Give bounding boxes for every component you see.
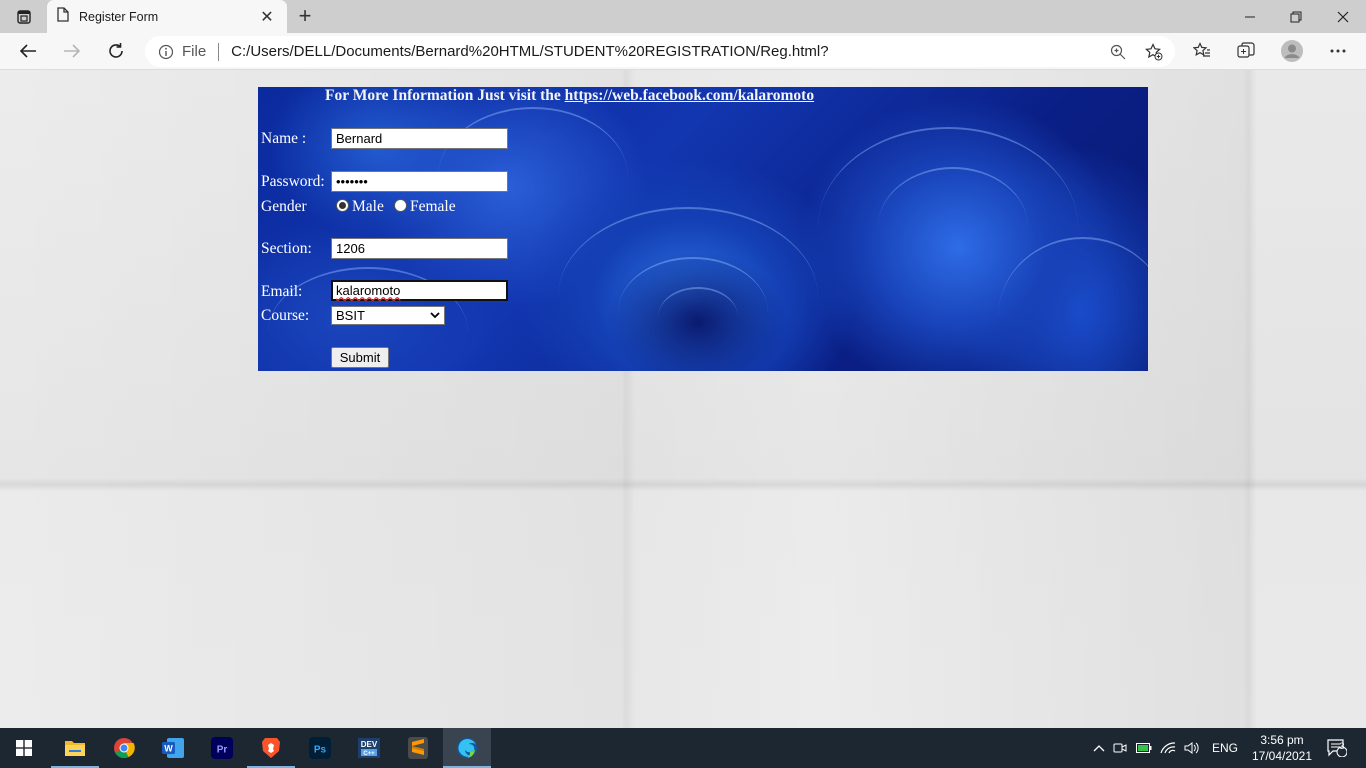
clock-time: 3:56 pm bbox=[1260, 733, 1304, 747]
section-label: Section: bbox=[261, 240, 312, 257]
forward-button[interactable] bbox=[56, 36, 88, 66]
more-menu-icon[interactable] bbox=[1326, 39, 1350, 63]
name-input[interactable]: Bernard bbox=[331, 128, 508, 149]
clock-date: 17/04/2021 bbox=[1251, 749, 1313, 763]
minimize-button[interactable] bbox=[1227, 0, 1273, 33]
close-window-button[interactable] bbox=[1320, 0, 1366, 33]
meet-now-icon[interactable] bbox=[1108, 741, 1132, 755]
volume-icon[interactable] bbox=[1180, 741, 1204, 755]
favorites-icon[interactable] bbox=[1190, 39, 1214, 63]
file-explorer-icon[interactable] bbox=[51, 728, 99, 768]
notification-center-icon[interactable]: 3 bbox=[1322, 728, 1352, 768]
info-text: For More Information Just visit the bbox=[325, 87, 565, 104]
svg-text:W: W bbox=[164, 744, 173, 754]
sublime-text-icon[interactable] bbox=[394, 728, 442, 768]
wifi-icon[interactable] bbox=[1156, 742, 1180, 754]
email-value: kalaromoto bbox=[336, 283, 401, 298]
notification-count: 3 bbox=[1339, 741, 1345, 751]
svg-text:C++: C++ bbox=[363, 751, 375, 757]
rose-petal-shape bbox=[658, 287, 738, 347]
address-divider bbox=[218, 42, 220, 61]
password-input[interactable]: ••••••• bbox=[331, 171, 508, 192]
language-indicator[interactable]: ENG bbox=[1212, 741, 1238, 755]
battery-icon[interactable] bbox=[1132, 743, 1156, 753]
tab-title: Register Form bbox=[79, 9, 159, 24]
facebook-link[interactable]: https://web.facebook.com/kalaromoto bbox=[565, 87, 814, 104]
browser-toolbar: File C:/Users/DELL/Documents/Bernard%20H… bbox=[0, 33, 1366, 70]
photoshop-icon[interactable]: Ps bbox=[296, 728, 344, 768]
back-button[interactable] bbox=[12, 36, 44, 66]
address-url[interactable]: C:/Users/DELL/Documents/Bernard%20HTML/S… bbox=[231, 43, 828, 60]
system-tray: ENG bbox=[1090, 728, 1238, 768]
course-label: Course: bbox=[261, 307, 310, 324]
address-bar[interactable]: File C:/Users/DELL/Documents/Bernard%20H… bbox=[145, 36, 1175, 67]
clock[interactable]: 3:56 pm 17/04/2021 bbox=[1244, 732, 1320, 764]
gender-label: Gender bbox=[261, 198, 307, 215]
tab-bar: Register Form ✕ + bbox=[0, 0, 1366, 33]
svg-text:Ps: Ps bbox=[314, 745, 327, 756]
chrome-icon[interactable] bbox=[100, 728, 148, 768]
zoom-icon[interactable] bbox=[1108, 42, 1128, 62]
taskbar: W Pr Ps DEV C++ ENG 3:56 pm 17/04/2021 3 bbox=[0, 728, 1366, 768]
password-label: Password: bbox=[261, 173, 325, 190]
restore-button[interactable] bbox=[1273, 0, 1319, 33]
new-tab-button[interactable]: + bbox=[292, 4, 318, 28]
chevron-down-icon bbox=[430, 312, 440, 319]
premiere-pro-icon[interactable]: Pr bbox=[198, 728, 246, 768]
gender-female-label: Female bbox=[410, 198, 456, 215]
collections-icon[interactable] bbox=[1234, 39, 1258, 63]
tab-actions-icon[interactable] bbox=[9, 6, 39, 28]
svg-text:Pr: Pr bbox=[217, 745, 228, 756]
browser-tab[interactable]: Register Form ✕ bbox=[47, 0, 287, 33]
word-icon[interactable]: W bbox=[149, 728, 197, 768]
name-label: Name : bbox=[261, 130, 307, 147]
start-button[interactable] bbox=[0, 728, 48, 768]
info-line: For More Information Just visit the http… bbox=[325, 87, 814, 105]
refresh-button[interactable] bbox=[100, 36, 132, 66]
gender-radio-male[interactable] bbox=[336, 199, 349, 212]
close-tab-icon[interactable]: ✕ bbox=[257, 7, 277, 27]
course-selected-value: BSIT bbox=[336, 308, 365, 323]
email-input[interactable]: kalaromoto bbox=[331, 280, 508, 301]
info-icon[interactable] bbox=[157, 43, 175, 61]
course-select[interactable]: BSIT bbox=[331, 306, 445, 325]
show-hidden-icons-chevron-up-icon[interactable] bbox=[1090, 744, 1108, 752]
profile-avatar[interactable] bbox=[1280, 39, 1304, 63]
registration-banner: For More Information Just visit the http… bbox=[258, 87, 1148, 371]
edge-icon[interactable] bbox=[443, 728, 491, 768]
add-favorite-icon[interactable] bbox=[1144, 42, 1164, 62]
page-viewport: For More Information Just visit the http… bbox=[0, 70, 1366, 728]
page-icon bbox=[57, 6, 69, 27]
rose-petal-shape bbox=[878, 167, 1028, 287]
email-label: Email: bbox=[261, 283, 303, 300]
gender-male-label: Male bbox=[352, 198, 384, 215]
svg-text:DEV: DEV bbox=[361, 740, 378, 749]
section-input[interactable]: 1206 bbox=[331, 238, 508, 259]
submit-button[interactable]: Submit bbox=[331, 347, 389, 368]
address-scheme-label: File bbox=[182, 43, 207, 60]
dev-cpp-icon[interactable]: DEV C++ bbox=[345, 728, 393, 768]
gender-radio-female[interactable] bbox=[394, 199, 407, 212]
brave-icon[interactable] bbox=[247, 728, 295, 768]
